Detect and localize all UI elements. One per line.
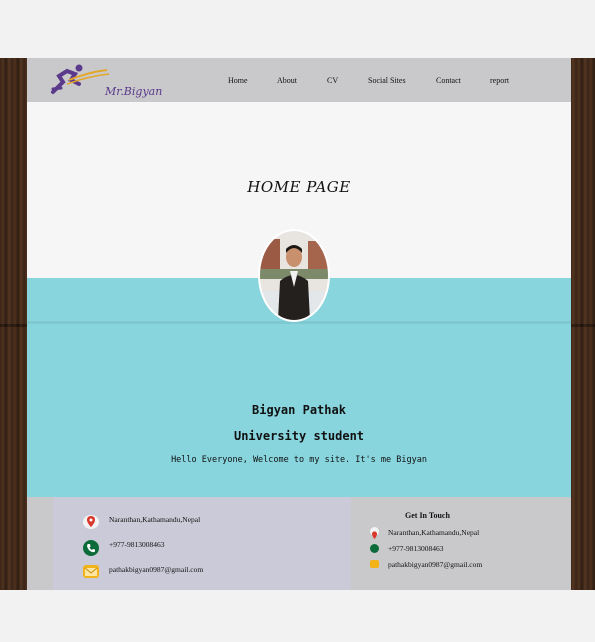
welcome-text: Hello Everyone, Welcome to my site. It's…: [171, 455, 427, 465]
nav-about[interactable]: About: [277, 76, 297, 85]
nav-cv[interactable]: CV: [327, 76, 338, 85]
page-title: HOME PAGE: [247, 178, 351, 196]
location-icon: [83, 515, 99, 529]
small-location-icon: [370, 527, 379, 539]
person-photo-icon: [260, 231, 328, 320]
footer-email[interactable]: pathakbigyan0987@gmail.com: [109, 565, 203, 574]
profile-name: Bigyan Pathak: [252, 403, 346, 417]
nav-menu: Home About CV Social Sites Contact repor…: [27, 76, 571, 90]
website-page: Mr.Bigyan Home About CV Social Sites Con…: [27, 58, 571, 590]
get-in-touch-title: Get In Touch: [405, 511, 450, 520]
nav-contact[interactable]: Contact: [436, 76, 461, 85]
touch-phone[interactable]: +977-9813008463: [388, 544, 443, 553]
footer: Naranthan,Kathamandu,Nepal +977-98130084…: [27, 497, 571, 590]
phone-icon: [83, 540, 99, 556]
footer-contact-panel: Naranthan,Kathamandu,Nepal +977-98130084…: [53, 497, 351, 590]
small-phone-icon: [370, 544, 379, 553]
profile-photo: [260, 231, 328, 320]
small-email-icon: [370, 560, 379, 568]
navbar: Mr.Bigyan Home About CV Social Sites Con…: [27, 58, 571, 102]
nav-home[interactable]: Home: [228, 76, 248, 85]
touch-address: Naranthan,Kathamandu,Nepal: [388, 528, 480, 537]
footer-address: Naranthan,Kathamandu,Nepal: [109, 515, 201, 524]
profile-role: University student: [233, 429, 365, 443]
nav-social-sites[interactable]: Social Sites: [368, 76, 406, 85]
nav-report[interactable]: report: [490, 76, 509, 85]
email-icon: [83, 565, 99, 578]
footer-phone[interactable]: +977-9813008463: [109, 540, 164, 549]
touch-email[interactable]: pathakbigyan0987@gmail.com: [388, 560, 482, 569]
section-divider: [27, 321, 571, 324]
